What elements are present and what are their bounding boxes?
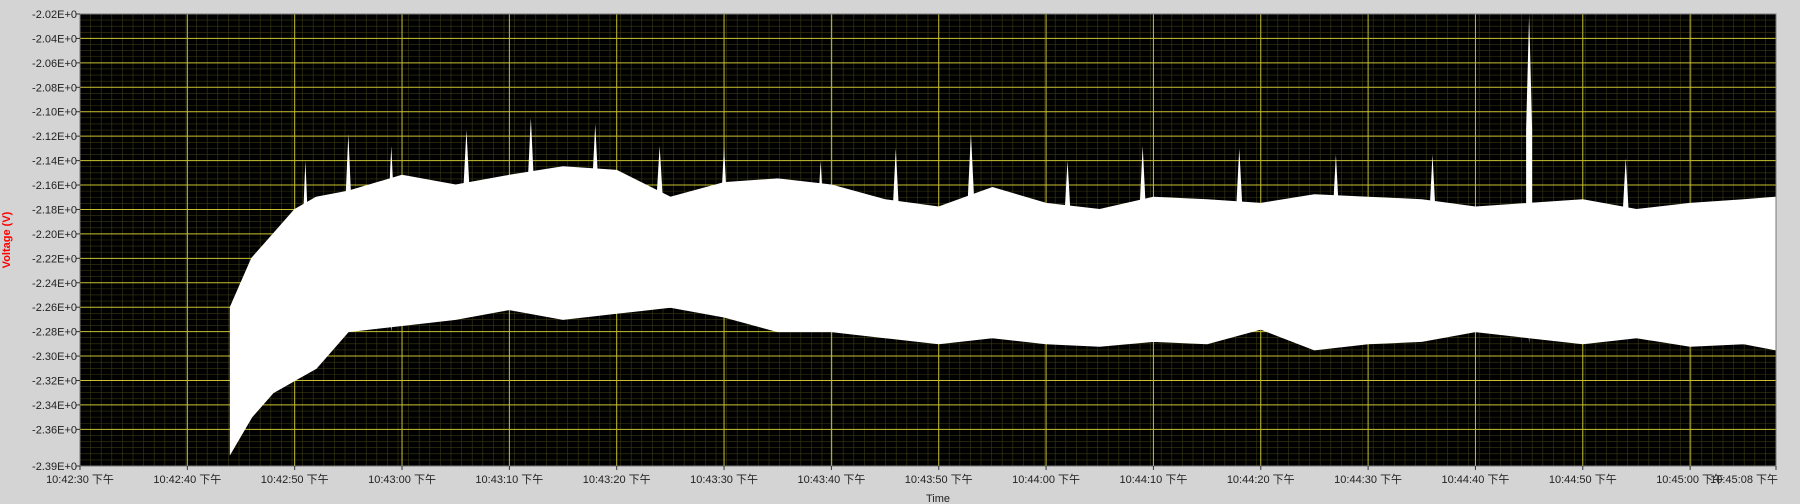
y-tick-label: -2.26E+0 xyxy=(32,302,77,314)
y-tick-label: -2.36E+0 xyxy=(32,424,77,436)
x-tick-label: 10:43:10 下午 xyxy=(475,473,543,486)
x-tick-label: 10:43:50 下午 xyxy=(905,473,973,486)
y-tick-label: -2.22E+0 xyxy=(32,253,77,265)
x-tick-label: 10:42:50 下午 xyxy=(261,473,329,486)
x-tick-label: 10:43:40 下午 xyxy=(797,473,865,486)
y-tick-label: -2.30E+0 xyxy=(32,351,77,363)
x-tick-label: 10:45:08 下午 xyxy=(1710,473,1778,486)
y-tick-label: -2.12E+0 xyxy=(32,131,77,143)
x-axis-title: Time xyxy=(926,493,950,504)
voltage-chart: -2.02E+0 -2.04E+0 -2.06E+0 -2.08E+0 -2.10E+0… xyxy=(0,0,1800,504)
y-tick-label: -2.34E+0 xyxy=(32,400,77,412)
x-tick-label: 10:43:30 下午 xyxy=(690,473,758,486)
x-tick-label: 10:44:40 下午 xyxy=(1442,473,1510,486)
y-tick-label: -2.39E+0 xyxy=(32,461,77,473)
x-tick-label: 10:43:00 下午 xyxy=(368,473,436,486)
y-tick-label: -2.06E+0 xyxy=(32,58,77,70)
y-tick-label: -2.04E+0 xyxy=(32,33,77,45)
y-tick-label: -2.24E+0 xyxy=(32,278,77,290)
x-tick-label: 10:44:20 下午 xyxy=(1227,473,1295,486)
x-tick-label: 10:42:30 下午 xyxy=(46,473,114,486)
y-tick-label: -2.20E+0 xyxy=(32,229,77,241)
x-tick-label: 10:42:40 下午 xyxy=(153,473,221,486)
voltage-plot: -2.02E+0 -2.04E+0 -2.06E+0 -2.08E+0 -2.10E+0… xyxy=(1,9,1778,504)
y-tick-label: -2.02E+0 xyxy=(32,9,77,21)
y-tick-label: -2.08E+0 xyxy=(32,82,77,94)
x-tick-label: 10:44:10 下午 xyxy=(1119,473,1187,486)
y-axis-title: Voltage (V) xyxy=(1,211,13,268)
x-tick-label: 10:44:30 下午 xyxy=(1334,473,1402,486)
y-tick-label: -2.16E+0 xyxy=(32,180,77,192)
x-tick-label: 10:44:50 下午 xyxy=(1549,473,1617,486)
y-tick-label: -2.28E+0 xyxy=(32,327,77,339)
y-tick-label: -2.14E+0 xyxy=(32,156,77,168)
y-tick-label: -2.18E+0 xyxy=(32,204,77,216)
y-tick-label: -2.10E+0 xyxy=(32,107,77,119)
y-tick-label: -2.32E+0 xyxy=(32,375,77,387)
x-tick-label: 10:43:20 下午 xyxy=(583,473,651,486)
x-tick-label: 10:44:00 下午 xyxy=(1012,473,1080,486)
